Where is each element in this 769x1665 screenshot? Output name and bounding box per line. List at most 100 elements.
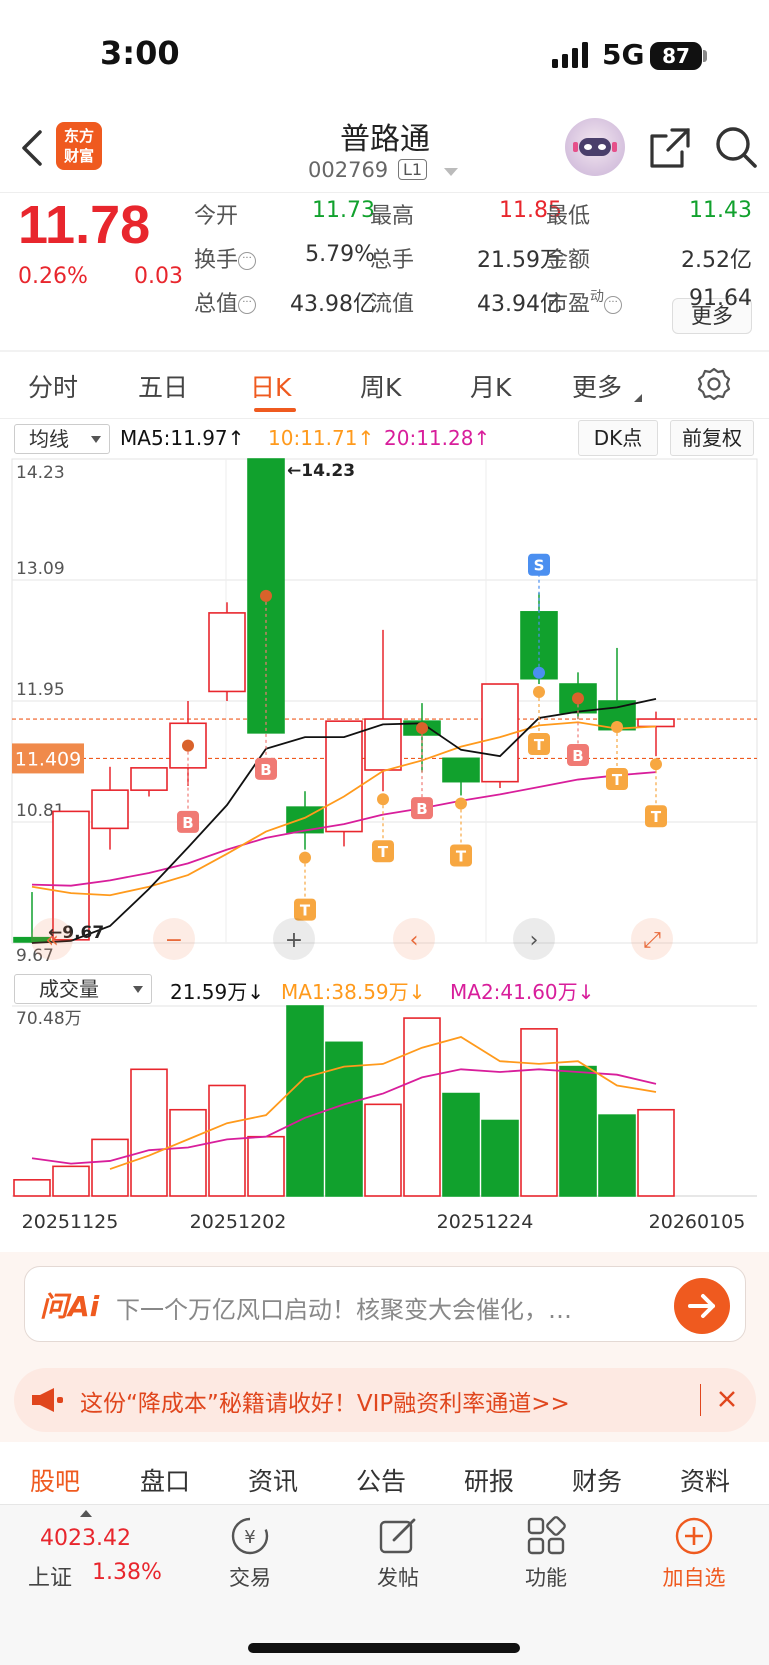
signal-b-label: B	[416, 800, 427, 818]
share-icon[interactable]	[648, 126, 692, 170]
ai-prompt-text[interactable]: 下一个万亿风口启动！核聚变大会催化，…	[116, 1290, 646, 1325]
price-tick-label: 14.23	[16, 463, 65, 483]
candle-body	[208, 612, 246, 693]
network-type: 5G	[602, 38, 645, 71]
volume-bar	[481, 1119, 519, 1197]
apps-icon[interactable]	[524, 1514, 568, 1558]
quote-value-2-0: 43.98亿	[290, 292, 375, 317]
info-dots-icon[interactable]: ···	[238, 252, 257, 270]
stock-name[interactable]: 普路通	[300, 114, 470, 158]
kline-chart[interactable]: 14.2313.0911.9510.819.6711.409←14.23←9.6…	[0, 418, 769, 1248]
content-tab-5[interactable]: 财务	[572, 1462, 622, 1498]
settings-icon[interactable]	[696, 366, 732, 402]
nav-label-0[interactable]: 交易	[200, 1562, 300, 1592]
signal-dot	[182, 739, 194, 752]
date-label: 20251224	[437, 1211, 534, 1233]
quote-label-text: 最高	[370, 204, 415, 229]
signal-dot	[650, 758, 662, 771]
promo-text[interactable]: 这份“降成本”秘籍请收好！VIP融资利率通道>>	[80, 1384, 570, 1418]
signal-s-label: S	[534, 557, 545, 575]
quote-label-text: 金额	[546, 248, 591, 273]
quote-label-0-1: 最高	[370, 198, 414, 230]
stock-code[interactable]: 002769	[308, 158, 388, 182]
battery-icon: 87	[650, 42, 702, 70]
info-dots-icon[interactable]: ···	[238, 296, 257, 314]
quote-value-0-2: 11.43	[689, 198, 752, 223]
next-icon-glyph: ›	[530, 928, 539, 953]
close-icon[interactable]	[712, 1384, 742, 1414]
period-tab-3[interactable]: 周K	[360, 368, 401, 404]
trade-icon[interactable]: ¥	[228, 1514, 272, 1558]
quote-label-text: 总值	[194, 292, 239, 317]
date-label: 20251125	[22, 1211, 119, 1233]
quote-label-2-1: 流值	[370, 286, 414, 318]
volume-indicator-select[interactable]: 成交量	[14, 974, 152, 1004]
active-tab-underline	[254, 408, 296, 412]
index-percent[interactable]: 1.38%	[92, 1560, 162, 1585]
signal-dot	[416, 722, 428, 735]
content-tab-3[interactable]: 公告	[356, 1462, 406, 1498]
svg-text:¥: ¥	[244, 1527, 255, 1548]
candle-body	[91, 789, 129, 830]
signal-b-label: B	[572, 747, 583, 765]
signal-dot	[572, 692, 584, 705]
index-name[interactable]: 上证	[28, 1560, 72, 1592]
period-tab-1[interactable]: 五日	[138, 368, 188, 404]
nav-label-3[interactable]: 加自选	[644, 1562, 744, 1592]
max-price-label: ←14.23	[287, 461, 355, 481]
content-tab-1[interactable]: 盘口	[140, 1462, 190, 1498]
change-amount: 0.03	[134, 264, 183, 289]
fullscreen-icon-glyph: ⤢	[643, 928, 661, 953]
quote-label-0-2: 最低	[546, 198, 590, 230]
battery-tip	[703, 50, 707, 62]
back-icon[interactable]	[18, 128, 48, 168]
index-value[interactable]: 4023.42	[40, 1526, 131, 1551]
volume-ma1: MA1:38.59万↓	[281, 980, 426, 1004]
add-watchlist-icon[interactable]	[672, 1514, 716, 1558]
level-badge: L1	[398, 159, 428, 180]
change-percent: 0.26%	[18, 264, 88, 289]
nav-label-2[interactable]: 功能	[496, 1562, 596, 1592]
quote-label-sup: 动	[590, 289, 605, 305]
ai-assistant-avatar[interactable]	[565, 118, 625, 176]
zoom-in-icon-glyph: +	[285, 928, 303, 953]
period-tab-4[interactable]: 月K	[470, 368, 511, 404]
code-dropdown-icon[interactable]	[444, 168, 458, 176]
volume-bar	[130, 1068, 168, 1197]
quote-label-text: 今开	[194, 204, 239, 229]
home-indicator	[248, 1643, 520, 1653]
prev-icon-glyph: ‹	[410, 928, 419, 953]
quote-label-text: 换手	[194, 248, 239, 273]
info-dots-icon[interactable]: ···	[604, 296, 623, 314]
post-icon[interactable]	[376, 1514, 420, 1558]
period-tab-2[interactable]: 日K	[250, 368, 291, 404]
content-tab-4[interactable]: 研报	[464, 1462, 514, 1498]
signal-t-label: T	[378, 843, 389, 861]
zoom-out-icon-glyph: −	[165, 928, 183, 953]
volume-bar	[208, 1084, 246, 1197]
ai-logo: 问Ai	[40, 1290, 100, 1323]
content-tab-2[interactable]: 资讯	[248, 1462, 298, 1498]
section-divider	[0, 350, 769, 352]
quote-value-1-2: 2.52亿	[681, 248, 752, 273]
content-tab-0[interactable]: 股吧	[30, 1462, 80, 1498]
candle-body	[442, 757, 480, 783]
ai-go-button[interactable]	[674, 1278, 730, 1334]
signal-dot	[299, 851, 311, 864]
volume-bar	[286, 1005, 324, 1197]
signal-t-label: T	[534, 736, 545, 754]
volume-ma2: MA2:41.60万↓	[450, 980, 595, 1004]
period-tab-0[interactable]: 分时	[28, 368, 78, 404]
period-tab-5[interactable]: 更多	[572, 368, 622, 404]
quote-value-1-0: 5.79%	[305, 242, 375, 267]
volume-bar	[637, 1108, 675, 1197]
volume-bar	[364, 1103, 402, 1197]
signal-t-label: T	[456, 847, 467, 865]
arrow-right-icon	[688, 1294, 715, 1318]
more-caret-icon	[634, 394, 642, 402]
index-up-arrow-icon	[80, 1510, 92, 1517]
content-tab-6[interactable]: 资料	[680, 1462, 730, 1498]
search-icon[interactable]	[713, 124, 759, 170]
quote-label-1-1: 总手	[370, 242, 414, 274]
nav-label-1[interactable]: 发帖	[348, 1562, 448, 1592]
